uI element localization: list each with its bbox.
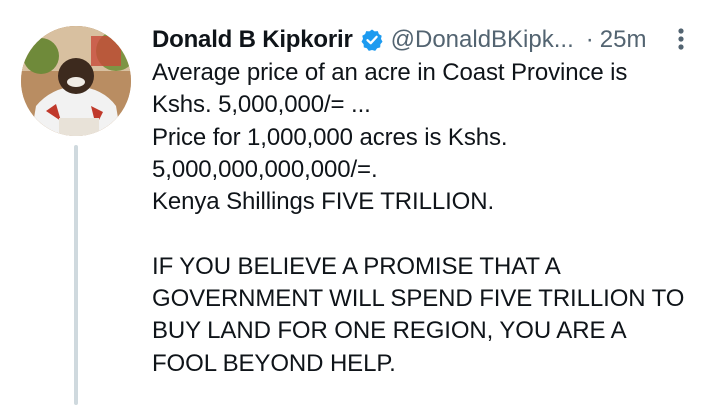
author-handle[interactable]: @DonaldBKipk...: [391, 24, 574, 56]
tweet-text: Average price of an acre in Coast Provin…: [152, 57, 712, 380]
tweet-line: BUY LAND FOR ONE REGION, YOU ARE A: [152, 317, 627, 345]
verified-badge-icon: [360, 28, 384, 52]
thread-line: [74, 145, 78, 405]
tweet-line: Price for 1,000,000 acres is Kshs.: [152, 123, 508, 151]
tweet-line: Average price of an acre in Coast Provin…: [152, 59, 628, 86]
tweet-line: IF YOU BELIEVE A PROMISE THAT A: [152, 252, 561, 280]
more-vertical-icon[interactable]: [673, 26, 689, 54]
author-name[interactable]: Donald B Kipkorir: [152, 24, 353, 56]
tweet-line: Kshs. 5,000,000/= ...: [152, 91, 371, 119]
tweet-line: FOOL BEYOND HELP.: [152, 349, 396, 377]
tweet-line: GOVERNMENT WILL SPEND FIVE TRILLION TO: [152, 285, 685, 313]
tweet[interactable]: Donald B Kipkorir @DonaldBKipk... · 25m …: [0, 0, 720, 405]
timestamp[interactable]: 25m: [600, 24, 647, 56]
tweet-line: 5,000,000,000,000/=.: [152, 155, 378, 183]
tweet-header: Donald B Kipkorir @DonaldBKipk... · 25m: [152, 24, 646, 56]
separator-dot: ·: [585, 26, 594, 53]
avatar-photo: [21, 26, 131, 136]
avatar[interactable]: [21, 26, 131, 136]
paragraph-break: [152, 218, 712, 250]
tweet-line: Kenya Shillings FIVE TRILLION.: [152, 188, 495, 216]
